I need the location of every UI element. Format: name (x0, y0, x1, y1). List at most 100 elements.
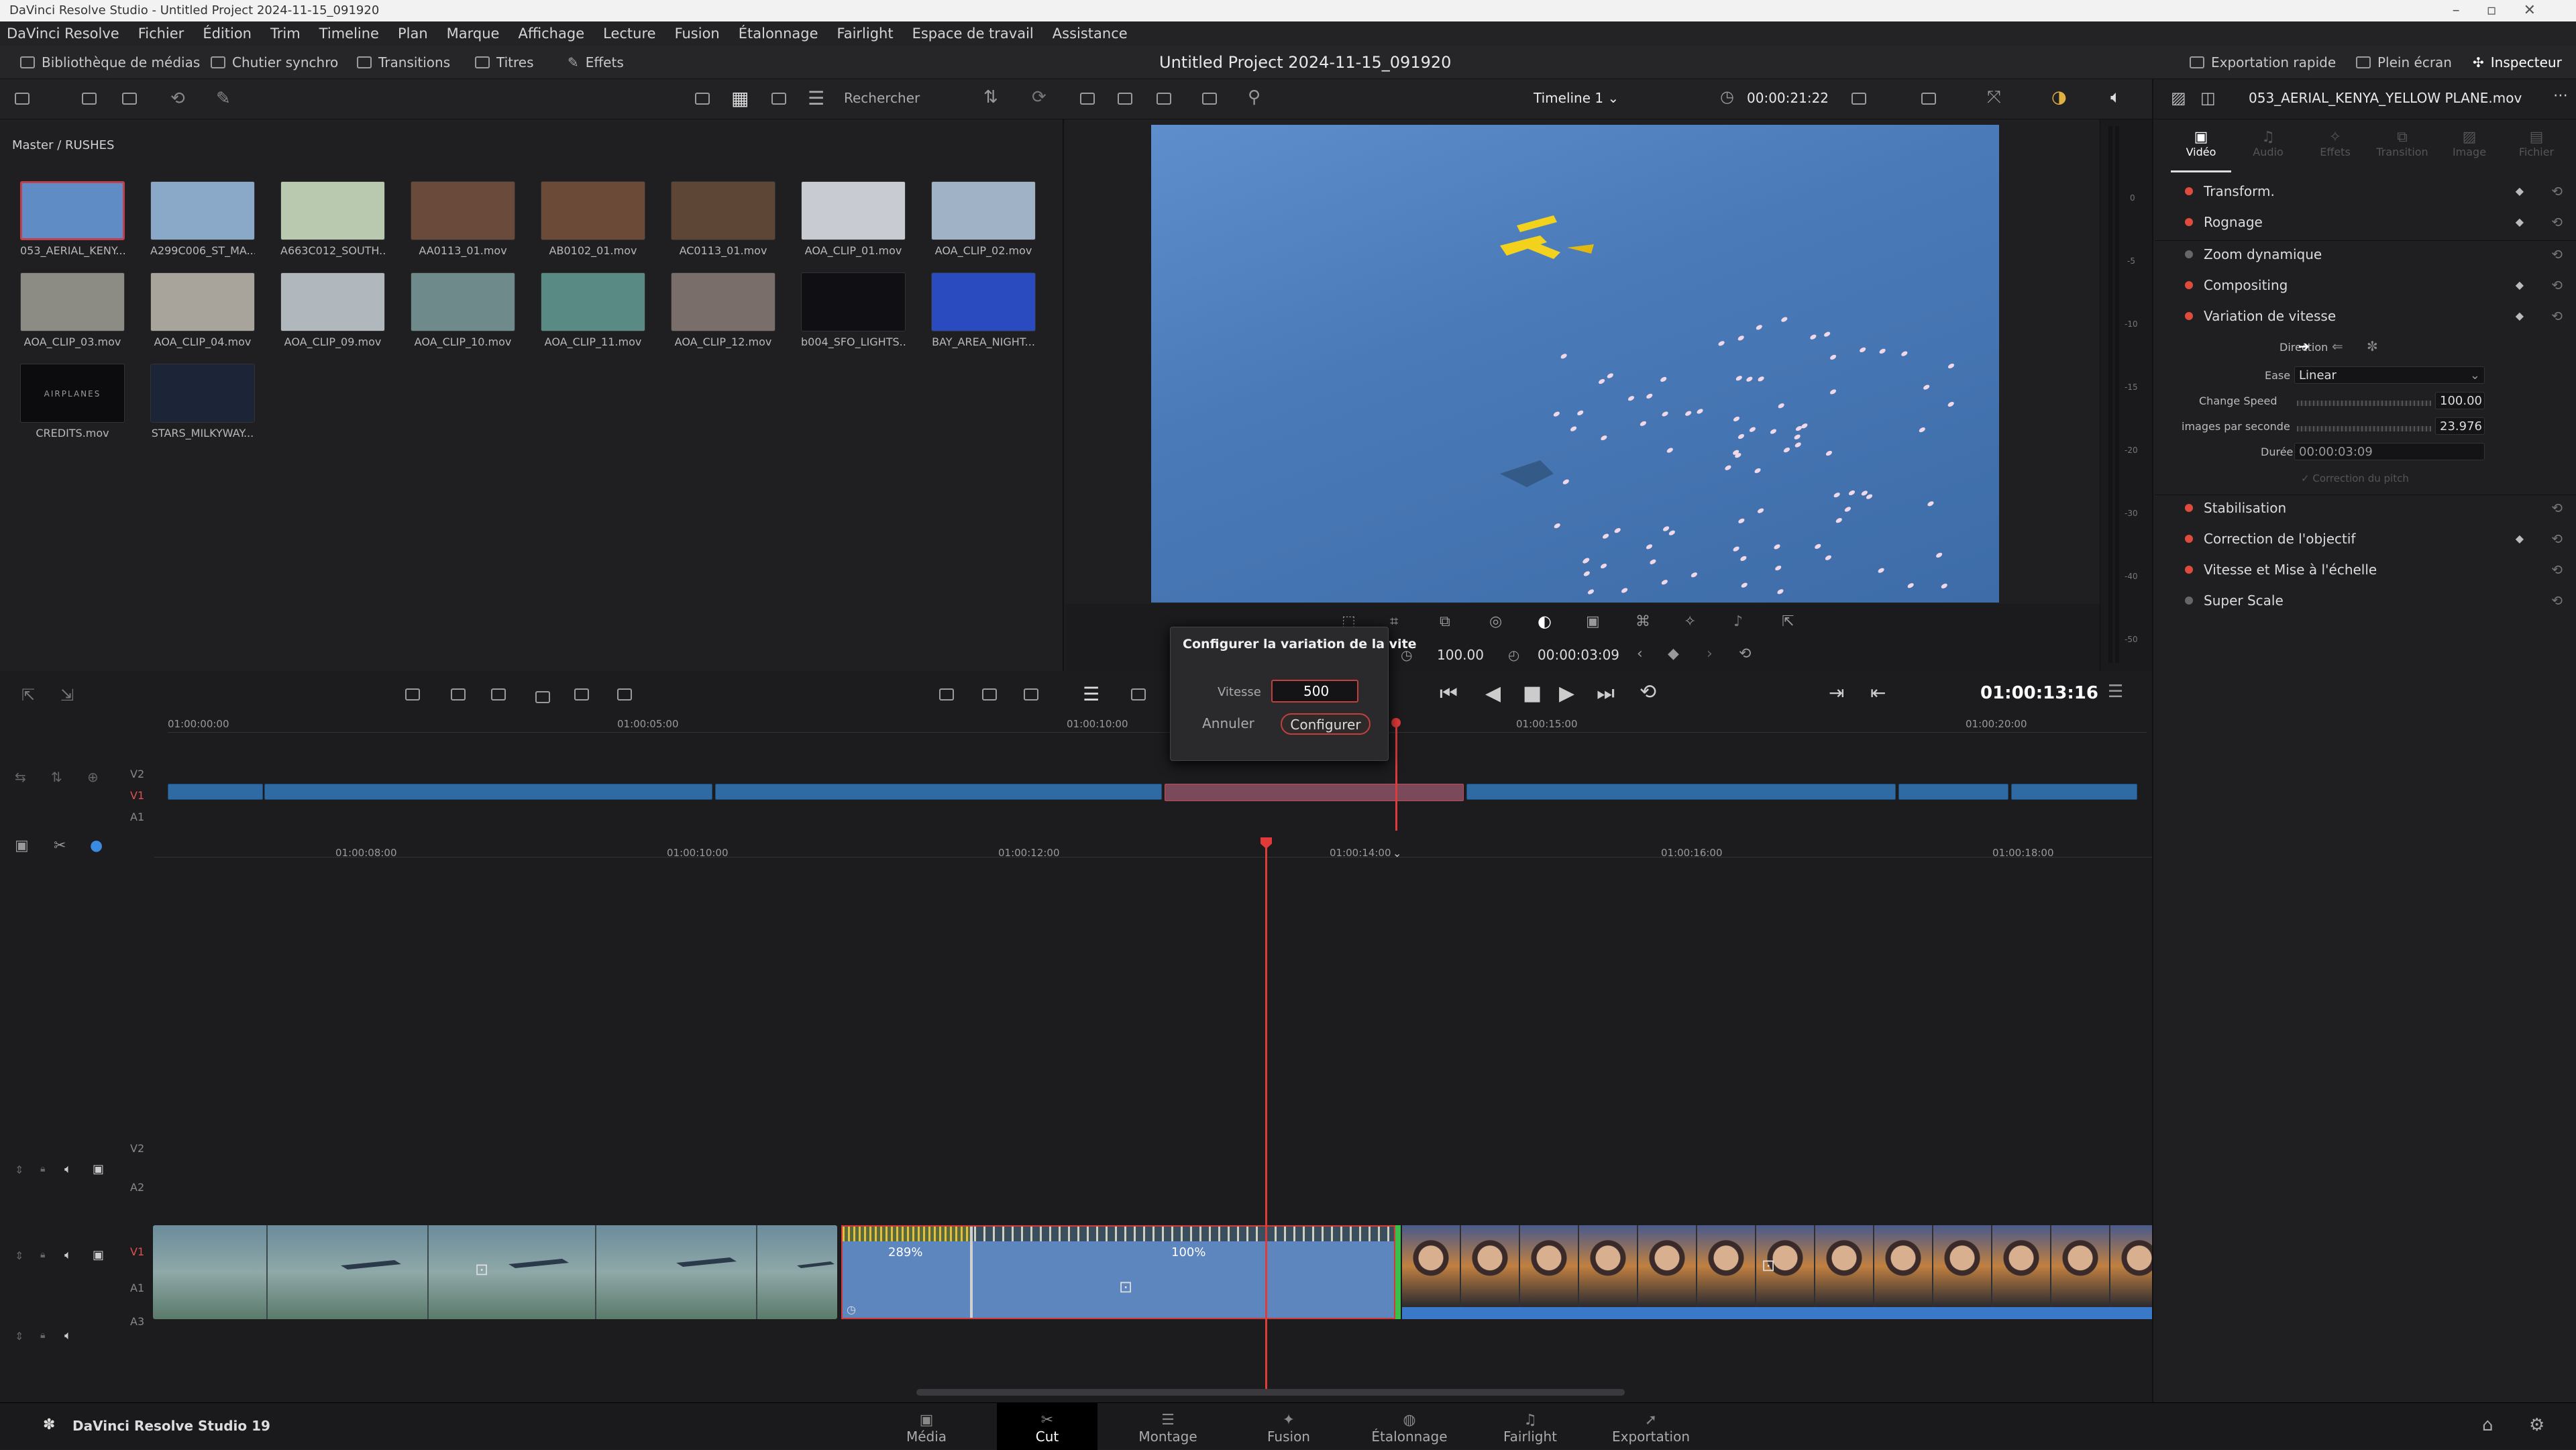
next-keyframe-icon[interactable]: › (1707, 645, 1713, 662)
timeline-menu-icon[interactable]: ☰ (2108, 682, 2123, 702)
close-up-icon[interactable] (535, 691, 550, 703)
section-enable-toggle[interactable] (2185, 187, 2193, 195)
fullscreen-button[interactable]: Plein écran (2356, 46, 2452, 79)
menu-item[interactable]: Assistance (1053, 21, 1128, 46)
speed-tool-icon[interactable]: ◐ (1538, 612, 1552, 631)
go-to-end-icon[interactable]: ⏭ (1597, 682, 1615, 705)
media-clip[interactable]: AC0113_01.mov (671, 181, 775, 257)
media-clip[interactable]: AB0102_01.mov (541, 181, 645, 257)
refresh-icon[interactable]: ⟳ (1032, 87, 1046, 107)
timeline-clip-airplane[interactable]: ⊡ (153, 1225, 837, 1319)
track-lock-icon[interactable]: 🔒︎ (40, 1163, 45, 1174)
strip-view-icon[interactable] (695, 93, 710, 105)
source-clip-icon[interactable] (1080, 93, 1095, 105)
section-enable-toggle[interactable] (2185, 535, 2193, 543)
keyframe-icon[interactable]: ◆ (2516, 207, 2524, 238)
track-video-icon[interactable]: ▣ (93, 1162, 104, 1176)
section-enable-toggle[interactable] (2185, 504, 2193, 512)
menu-item[interactable]: Marque (447, 21, 500, 46)
configure-button[interactable]: Configurer (1281, 713, 1371, 735)
menu-item[interactable]: Fichier (138, 21, 184, 46)
stabilize-tool-icon[interactable]: ⌘ (1635, 613, 1650, 630)
track-audio-icon[interactable]: 🔈︎ (64, 1329, 72, 1343)
inspector-section[interactable]: Variation de vitesse ◆ ⟲ (2153, 301, 2576, 331)
change-speed-slider[interactable] (2297, 401, 2431, 406)
reset-icon[interactable]: ⟲ (2551, 207, 2563, 238)
quick-export-button[interactable]: Exportation rapide (2190, 46, 2336, 79)
color-icon[interactable]: ◑ (2051, 87, 2067, 107)
inspector-section[interactable]: Compositing ◆ ⟲ (2153, 270, 2576, 301)
import-media-icon[interactable] (82, 93, 97, 105)
marker-icon[interactable]: ● (90, 837, 103, 854)
inspector-section[interactable]: Rognage ◆ ⟲ (2153, 207, 2576, 238)
duration-field[interactable]: 00:00:03:09 (2294, 443, 2485, 460)
pitch-correction-checkbox[interactable]: ✓ Correction du pitch (2301, 472, 2409, 484)
more-icon[interactable]: ⋯ (2553, 87, 2568, 104)
page-tab-montage[interactable]: ☰ Montage (1118, 1403, 1218, 1450)
inspector-button[interactable]: ✣ Inspecteur (2473, 46, 2562, 79)
page-tab-fusion[interactable]: ✦ Fusion (1238, 1403, 1339, 1450)
next-clip-icon[interactable]: ⇥ (1829, 682, 1844, 704)
place-on-top-icon[interactable] (574, 688, 589, 701)
section-enable-toggle[interactable] (2185, 566, 2193, 574)
reset-icon[interactable]: ⟲ (1739, 645, 1751, 662)
viewer-mode-icon[interactable] (1851, 93, 1866, 105)
overview-clip[interactable] (168, 784, 263, 800)
track-lock-icon[interactable]: 🔒︎ (40, 1330, 45, 1341)
section-enable-toggle[interactable] (2185, 597, 2193, 605)
inspector-tab-3[interactable]: ⧉ Transition (2372, 129, 2432, 158)
sync-icon[interactable]: ⟲ (170, 89, 185, 109)
overview-ruler[interactable]: 01:00:00:00 01:00:05:00 01:00:10:00 01:00:1… (168, 718, 2147, 733)
fps-slider[interactable] (2297, 426, 2431, 431)
share-tool-icon[interactable]: ⇱ (1782, 613, 1794, 630)
media-clip[interactable]: BAY_AREA_NIGHT... (931, 272, 1036, 348)
overview-playhead[interactable] (1395, 722, 1397, 831)
media-clip[interactable]: AOA_CLIP_10.mov (411, 272, 515, 348)
media-clip[interactable]: AOA_CLIP_12.mov (671, 272, 775, 348)
fps-field[interactable]: 23.976 (2435, 417, 2485, 435)
media-clip[interactable]: AOA_CLIP_02.mov (931, 181, 1036, 257)
reset-icon[interactable]: ⟲ (2551, 523, 2563, 554)
menu-item[interactable]: Trim (270, 21, 301, 46)
keyframe-icon[interactable]: ◆ (1668, 645, 1679, 662)
speed-input[interactable]: 500 (1271, 680, 1358, 703)
detail-ruler[interactable]: 01:00:08:00 01:00:10:00 01:00:12:00 01:00:1… (154, 837, 2152, 859)
media-clip[interactable]: AOA_CLIP_03.mov (20, 272, 125, 348)
go-to-start-icon[interactable]: ⏮ (1440, 682, 1458, 705)
menu-item[interactable]: Affichage (518, 21, 584, 46)
panel-toggle-icon[interactable] (15, 93, 30, 105)
audio-sync-icon[interactable] (939, 688, 954, 701)
speed-ramp-fast-section[interactable] (843, 1227, 970, 1241)
pin-icon[interactable]: ⚲ (1248, 87, 1260, 107)
timeline-options-icon[interactable]: ☰ (1083, 683, 1099, 705)
sync-bin-button[interactable]: Chutier synchro (211, 46, 338, 79)
smart-insert-icon[interactable] (405, 688, 420, 701)
speed-change-icon[interactable] (1024, 688, 1038, 701)
cancel-button[interactable]: Annuler (1193, 713, 1263, 735)
split-icon[interactable]: ◫ (2200, 89, 2216, 107)
multicam-icon[interactable] (1202, 93, 1217, 105)
zoom-icon[interactable]: ⤧ (1987, 87, 2001, 108)
inspector-tab-5[interactable]: ▤ Fichier (2506, 129, 2567, 158)
inspector-section[interactable]: Vitesse et Mise à l'échelle ⟲ (2153, 554, 2576, 585)
inspector-tab-1[interactable]: ♫ Audio (2238, 129, 2298, 158)
effects-tool-icon[interactable]: ✧ (1684, 613, 1696, 630)
page-tab-fairlight[interactable]: ♫ Fairlight (1480, 1403, 1580, 1450)
keyframe-icon[interactable]: ◆ (2516, 523, 2524, 554)
play-reverse-icon[interactable]: ◀ (1485, 682, 1501, 705)
thumbnail-view-icon[interactable] (771, 93, 786, 105)
section-enable-toggle[interactable] (2185, 312, 2193, 320)
menu-item[interactable]: Fusion (675, 21, 720, 46)
audio-icon[interactable]: 🔈︎ (2110, 87, 2121, 108)
media-clip[interactable]: STARS_MILKYWAY... (150, 364, 255, 439)
trim-tool-icon[interactable]: ⇱ (21, 686, 35, 705)
speed-point-handle[interactable] (970, 1227, 973, 1318)
media-library-button[interactable]: Bibliothèque de médias (20, 46, 200, 79)
viewer-frame[interactable] (1151, 125, 1999, 603)
overview-clip[interactable] (715, 784, 1162, 800)
media-clip[interactable]: AOA_CLIP_11.mov (541, 272, 645, 348)
home-icon[interactable]: ⌂ (2482, 1415, 2493, 1435)
menu-item[interactable]: Lecture (603, 21, 655, 46)
prev-clip-icon[interactable]: ⇤ (1870, 682, 1886, 704)
inspector-section[interactable]: Super Scale ⟲ (2153, 585, 2576, 616)
